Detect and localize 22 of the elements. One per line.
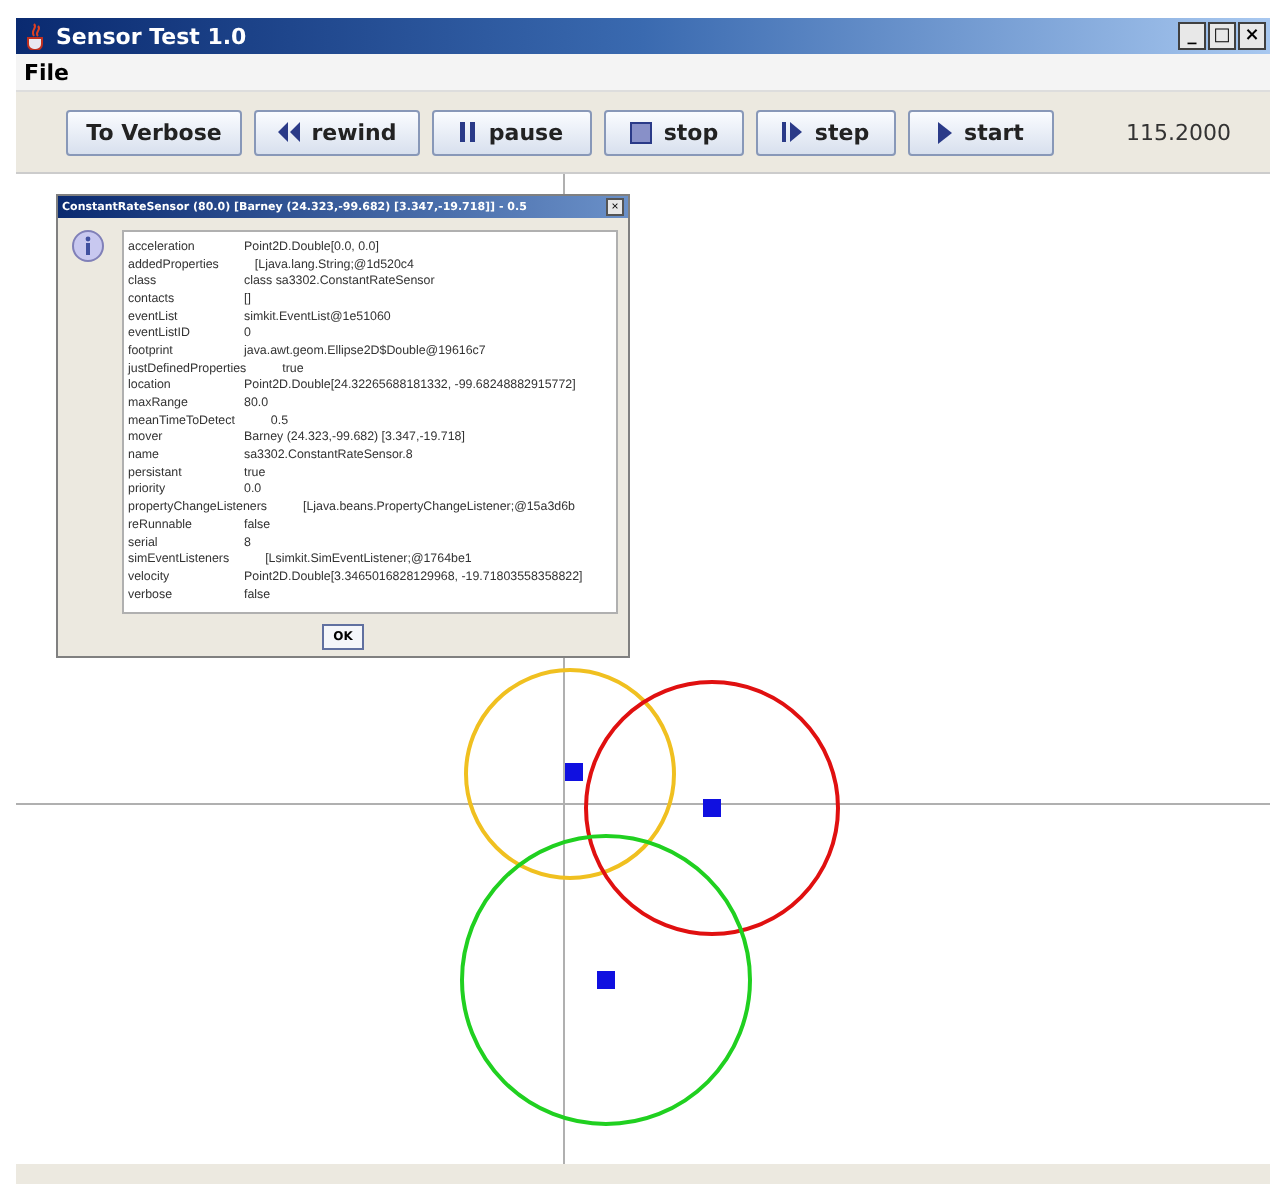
rewind-icon xyxy=(277,122,300,142)
java-cup-icon xyxy=(24,22,48,50)
menu-item[interactable]: File xyxy=(24,59,70,85)
stop-icon xyxy=(629,121,652,143)
play-icon xyxy=(938,121,953,143)
step-button[interactable]: step xyxy=(756,109,896,155)
sensor-marker xyxy=(597,971,615,989)
minimize-button[interactable]: _ xyxy=(1178,22,1206,50)
stop-button[interactable]: stop xyxy=(604,109,744,155)
window-title: Sensor Test 1.0 xyxy=(56,23,247,49)
text-button[interactable]: To Verbose xyxy=(66,109,242,155)
maximize-button[interactable]: □ xyxy=(1208,22,1236,50)
time-readout: 115.2000 xyxy=(1126,119,1231,145)
step-icon xyxy=(782,122,803,142)
pause-button[interactable]: pause xyxy=(432,109,592,155)
start-button[interactable]: start xyxy=(908,109,1054,155)
sensor-marker xyxy=(565,763,583,781)
rewind-button[interactable]: rewind xyxy=(254,109,420,155)
pause-icon xyxy=(460,122,477,142)
info-icon xyxy=(72,230,104,262)
sensor-marker xyxy=(703,799,721,817)
close-button[interactable]: × xyxy=(1238,22,1266,50)
